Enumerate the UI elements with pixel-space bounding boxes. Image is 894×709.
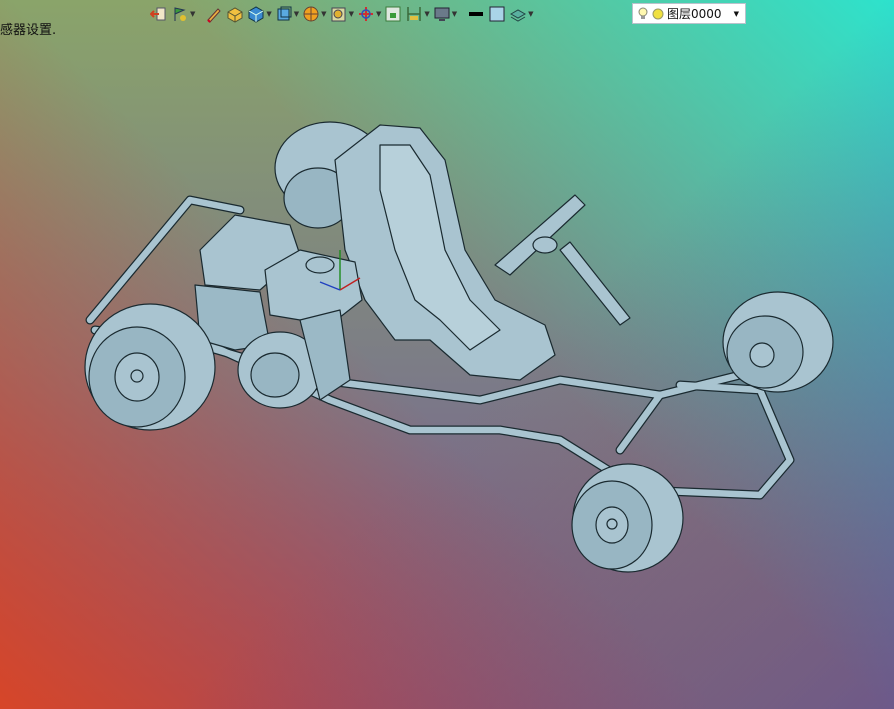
dimension-button[interactable]: ▼ bbox=[405, 3, 430, 25]
undo-button[interactable] bbox=[150, 3, 168, 25]
cube-icon bbox=[248, 6, 264, 23]
fill-color-icon bbox=[489, 6, 505, 22]
chevron-down-icon[interactable]: ▼ bbox=[190, 10, 195, 18]
rear-right-wheel bbox=[84, 303, 216, 431]
fit-icon bbox=[385, 6, 401, 22]
fit-button[interactable] bbox=[384, 3, 402, 25]
chevron-down-icon[interactable]: ▼ bbox=[321, 10, 326, 18]
display-button[interactable]: ▼ bbox=[433, 3, 457, 25]
pencil-icon bbox=[207, 8, 222, 23]
layer-dropdown[interactable]: 图层0000 ▼ bbox=[632, 3, 746, 24]
chevron-down-icon[interactable]: ▼ bbox=[376, 10, 381, 18]
chevron-down-icon[interactable]: ▼ bbox=[424, 10, 429, 18]
layer-visibility-icon bbox=[652, 8, 664, 19]
solid-button[interactable]: ▼ bbox=[247, 3, 272, 25]
flag-icon bbox=[174, 7, 186, 21]
chevron-down-icon[interactable]: ▼ bbox=[452, 10, 457, 18]
view-toolbar: ▼ ▼ ▼ ▼ ▼ ▼ ▼ ▼ ▼ bbox=[150, 2, 534, 26]
layer-name: 图层0000 bbox=[667, 7, 722, 21]
steering-wheel bbox=[494, 194, 631, 326]
view-orientation-button[interactable]: ▼ bbox=[275, 3, 299, 25]
chevron-down-icon[interactable]: ▼ bbox=[528, 10, 533, 18]
render-style-button[interactable]: ▼ bbox=[302, 3, 327, 25]
layer-style-icon bbox=[510, 9, 527, 22]
layer-style-button[interactable]: ▼ bbox=[509, 3, 534, 25]
view-cube-icon bbox=[277, 6, 292, 21]
sphere-icon bbox=[303, 6, 319, 22]
dimension-icon bbox=[407, 7, 422, 21]
sketch-button[interactable] bbox=[205, 3, 223, 25]
line-color-button[interactable] bbox=[467, 3, 485, 25]
section-button[interactable]: ▼ bbox=[330, 3, 354, 25]
axis-button[interactable]: ▼ bbox=[357, 3, 381, 25]
3d-viewport[interactable]: 感器设置. ▼ ▼ ▼ ▼ ▼ ▼ ▼ ▼ ▼ 图层0000 ▼ bbox=[0, 0, 894, 709]
undo-icon bbox=[150, 7, 166, 21]
front-left-wheel bbox=[571, 463, 684, 573]
fill-color-button[interactable] bbox=[488, 3, 506, 25]
chevron-down-icon[interactable]: ▼ bbox=[734, 10, 739, 18]
chevron-down-icon[interactable]: ▼ bbox=[349, 10, 354, 18]
monitor-icon bbox=[434, 7, 450, 21]
chevron-down-icon[interactable]: ▼ bbox=[266, 10, 271, 18]
box-button[interactable] bbox=[226, 3, 244, 25]
lightbulb-icon bbox=[638, 7, 648, 19]
line-color-icon bbox=[469, 12, 484, 16]
go-kart-model[interactable] bbox=[0, 0, 894, 709]
section-icon bbox=[331, 7, 346, 22]
box-icon bbox=[227, 7, 243, 23]
chevron-down-icon[interactable]: ▼ bbox=[294, 10, 299, 18]
engine bbox=[194, 214, 363, 409]
flag-button[interactable]: ▼ bbox=[171, 3, 195, 25]
axis-icon bbox=[358, 7, 373, 21]
front-right-wheel bbox=[722, 291, 834, 393]
